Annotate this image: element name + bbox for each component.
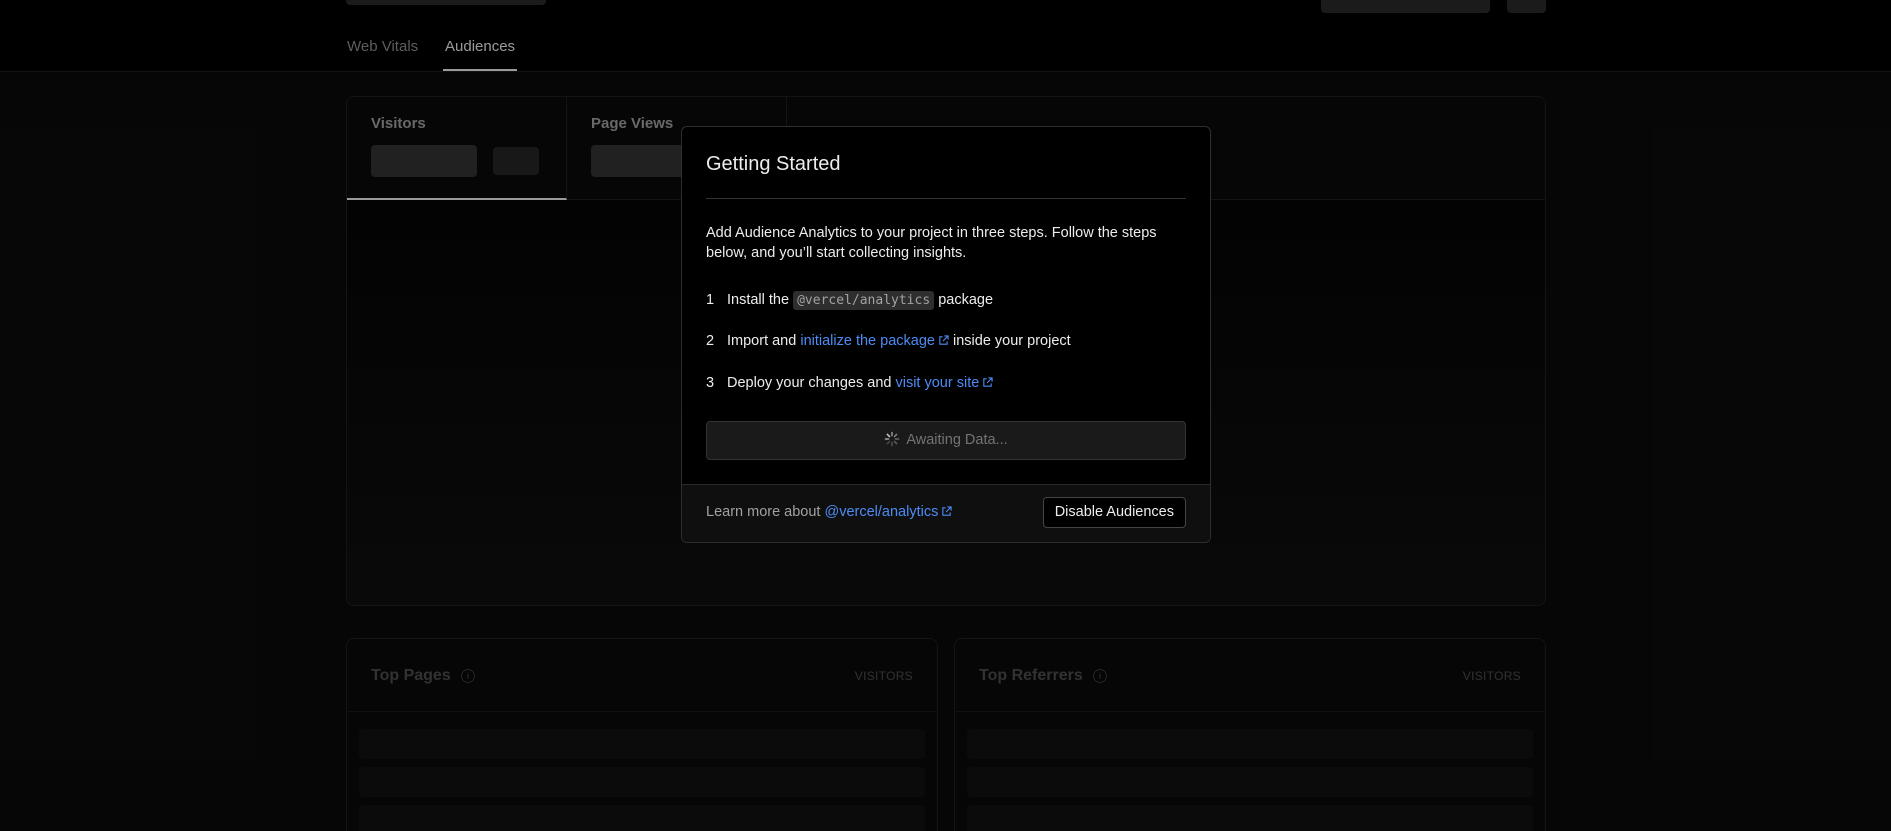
external-link-icon — [942, 506, 952, 516]
step-text: Import and — [727, 333, 797, 349]
getting-started-modal: Getting Started Add Audience Analytics t… — [681, 126, 1211, 543]
package-code: @vercel/analytics — [793, 291, 935, 310]
step-number: 2 — [706, 333, 715, 349]
step-2: 2 Import and initialize the package insid… — [706, 333, 1071, 349]
step-text: package — [938, 292, 994, 308]
step-text: inside your project — [953, 333, 1071, 349]
spinner-icon — [885, 431, 900, 447]
step-text: Install the — [727, 292, 790, 308]
analytics-docs-link[interactable]: @vercel/analytics — [825, 504, 953, 520]
link-label: visit your site — [895, 375, 980, 391]
step-number: 3 — [706, 375, 715, 391]
link-label: initialize the package — [800, 333, 935, 349]
status-text: Awaiting Data... — [906, 432, 1008, 448]
step-number: 1 — [706, 292, 715, 308]
visit-site-link[interactable]: visit your site — [895, 375, 993, 391]
modal-footer: Learn more about @vercel/analytics Disab… — [682, 484, 1210, 542]
step-3: 3 Deploy your changes and visit your site — [706, 375, 993, 391]
link-label: @vercel/analytics — [824, 504, 939, 520]
learn-more: Learn more about @vercel/analytics — [706, 504, 952, 520]
modal-intro: Add Audience Analytics to your project i… — [706, 225, 1157, 261]
external-link-icon — [939, 335, 949, 345]
awaiting-data-status: Awaiting Data... — [706, 421, 1186, 460]
initialize-package-link[interactable]: initialize the package — [800, 333, 949, 349]
step-1: 1 Install the @vercel/analytics package — [706, 291, 994, 310]
external-link-icon — [983, 377, 993, 387]
divider — [706, 198, 1186, 199]
step-text: Deploy your changes and — [727, 375, 892, 391]
learn-more-text: Learn more about — [706, 504, 821, 520]
disable-audiences-button[interactable]: Disable Audiences — [1042, 497, 1186, 528]
modal-title: Getting Started — [706, 153, 841, 175]
analytics-page: Web Vitals Audiences Visitors Page Views… — [0, 0, 1891, 831]
